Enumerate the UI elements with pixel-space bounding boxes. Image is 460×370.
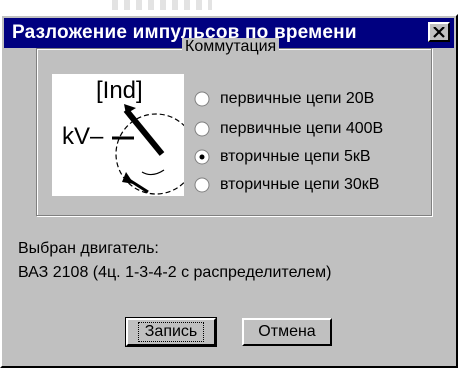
radio-option-label: вторичные цепи 5кВ: [220, 148, 371, 165]
illustration-top-label: [Ind]: [96, 77, 143, 104]
radio-icon[interactable]: [194, 177, 210, 193]
engine-label: Выбран двигатель:: [18, 240, 159, 257]
radio-option-0[interactable]: первичные цепи 20В: [194, 88, 374, 110]
radio-icon[interactable]: [194, 121, 210, 137]
radio-icon[interactable]: [194, 149, 210, 165]
close-button[interactable]: [428, 22, 450, 42]
radio-option-label: первичные цепи 400В: [220, 120, 384, 137]
engine-value: ВАЗ 2108 (4ц. 1-3-4-2 с распределителем): [18, 264, 332, 281]
radio-option-1[interactable]: первичные цепи 400В: [194, 118, 383, 140]
radio-option-label: вторичные цепи 30кВ: [220, 176, 380, 193]
save-button-label: Запись: [137, 322, 205, 342]
radio-option-label: первичные цепи 20В: [220, 90, 375, 107]
cancel-button[interactable]: Отмена: [242, 318, 332, 346]
commutation-group-label: Коммутация: [182, 38, 280, 56]
background-decor: [112, 0, 212, 10]
close-icon: [433, 26, 445, 38]
commutation-illustration: [Ind] kV–: [52, 74, 197, 196]
radio-option-3[interactable]: вторичные цепи 30кВ: [194, 174, 379, 196]
save-button[interactable]: Запись: [125, 317, 217, 347]
cancel-button-label: Отмена: [258, 323, 316, 340]
illustration-left-label: kV–: [62, 123, 104, 150]
radio-icon[interactable]: [194, 91, 210, 107]
ignition-diagram-icon: [Ind] kV–: [62, 77, 197, 195]
radio-option-2[interactable]: вторичные цепи 5кВ: [194, 146, 371, 168]
